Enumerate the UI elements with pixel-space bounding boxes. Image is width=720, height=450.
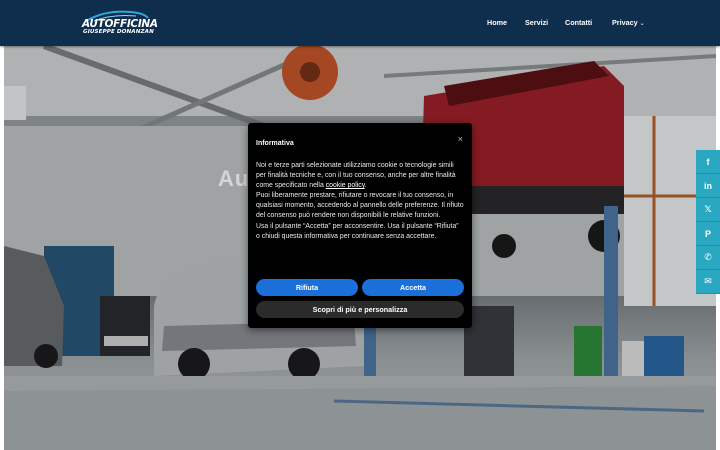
x-twitter-icon[interactable]: 𝕏 xyxy=(696,198,720,222)
site-logo[interactable]: AUTOFFICINA GIUSEPPE DONANZAN xyxy=(82,10,158,38)
facebook-icon[interactable]: f xyxy=(696,150,720,174)
site-header: AUTOFFICINA GIUSEPPE DONANZAN Home Servi… xyxy=(0,0,720,46)
cookie-policy-link[interactable]: cookie policy xyxy=(326,182,365,189)
cookie-text: Noi e terze parti selezionate utilizziam… xyxy=(256,161,464,242)
accept-button[interactable]: Accetta xyxy=(362,279,464,296)
reject-button[interactable]: Rifiuta xyxy=(256,279,358,296)
whatsapp-icon[interactable]: ✆ xyxy=(696,246,720,270)
cookie-paragraph-3: Usa il pulsante “Accetta” per acconsenti… xyxy=(256,222,459,240)
linkedin-icon[interactable]: in xyxy=(696,174,720,198)
cookie-text-1-end: . xyxy=(364,182,367,190)
nav-home[interactable]: Home xyxy=(487,18,507,27)
nav-privacy-label: Privacy xyxy=(612,18,638,27)
cookie-paragraph-2: Puoi liberamente prestare, rifiutare o r… xyxy=(256,192,464,220)
share-bar: f in 𝕏 P ✆ ✉ xyxy=(696,150,720,294)
cookie-paragraph-1: Noi e terze parti selezionate utilizziam… xyxy=(256,161,464,191)
pinterest-icon[interactable]: P xyxy=(696,222,720,246)
nav-privacy[interactable]: Privacy ⌄ xyxy=(612,18,645,27)
cookie-title: Informativa xyxy=(256,140,294,147)
cookie-banner: Informativa × Noi e terze parti selezion… xyxy=(248,123,472,328)
close-icon[interactable]: × xyxy=(458,134,463,144)
nav-servizi[interactable]: Servizi xyxy=(525,18,548,27)
email-icon[interactable]: ✉ xyxy=(696,270,720,294)
chevron-down-icon: ⌄ xyxy=(639,21,645,27)
customize-button[interactable]: Scopri di più e personalizza xyxy=(256,301,464,318)
nav-contatti[interactable]: Contatti xyxy=(565,18,592,27)
logo-subtitle: GIUSEPPE DONANZAN xyxy=(83,29,154,35)
